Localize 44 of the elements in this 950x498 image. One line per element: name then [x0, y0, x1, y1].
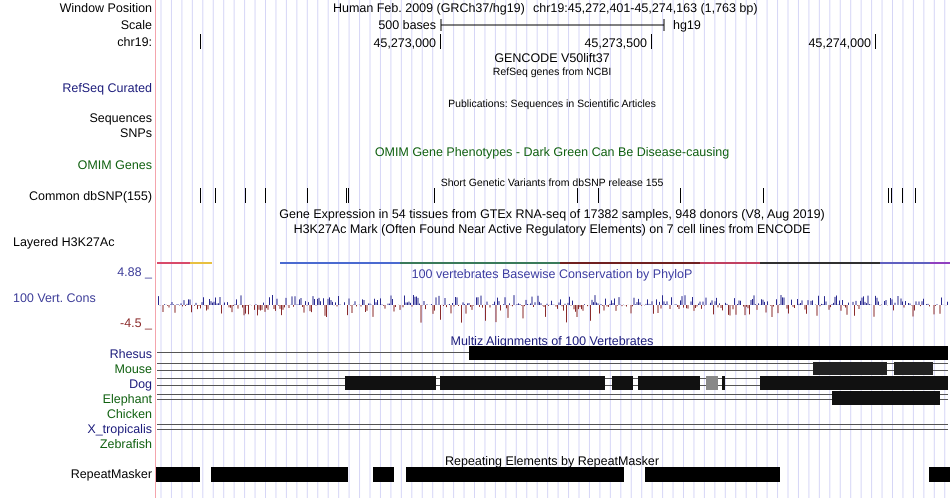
track-label[interactable]: RefSeq Curated	[62, 81, 152, 95]
track-label[interactable]: Rhesus	[110, 347, 152, 361]
track-label[interactable]: 100 Vert. Cons	[13, 291, 96, 305]
track-label[interactable]: Dog	[129, 377, 152, 391]
track-title: GENCODE V50lift37	[494, 51, 610, 65]
track-label[interactable]: Elephant	[102, 392, 152, 406]
track-label[interactable]: SNPs	[120, 126, 152, 140]
track-title: 100 vertebrates Basewise Conservation by PhyloP	[412, 267, 692, 281]
track-label[interactable]: Mouse	[114, 362, 152, 376]
repeat-block	[156, 467, 200, 482]
track-title: Publications: Sequences in Scientific Articles	[448, 98, 656, 110]
track-title: RefSeq genes from NCBI	[492, 66, 612, 78]
track-label[interactable]: OMIM Genes	[78, 158, 152, 172]
track-label[interactable]: Zebrafish	[100, 437, 152, 451]
track-title: H3K27Ac Mark (Often Found Near Active Regulatory Elements) on 7 cell lines from ENCODE	[294, 222, 810, 236]
scale-label: 500 bases	[378, 18, 436, 32]
track-label[interactable]: chr19:	[117, 35, 152, 49]
ruler-tick	[651, 34, 652, 50]
ruler-tick	[200, 34, 201, 50]
track-label[interactable]: X_tropicalis	[87, 422, 152, 436]
position-title: chr19:45,272,401-45,274,163 (1,763 bp)	[533, 1, 758, 15]
track-label[interactable]: Scale	[120, 18, 152, 32]
ruler-label: 45,274,000	[808, 36, 871, 50]
assembly-label: hg19	[673, 18, 701, 32]
track-label[interactable]: -4.5 _	[120, 316, 152, 330]
track-label[interactable]: Chicken	[106, 407, 152, 421]
track-title: Multiz Alignments of 100 Vertebrates	[450, 334, 654, 348]
ruler-tick	[440, 34, 441, 50]
track-label[interactable]: 4.88 _	[117, 265, 152, 279]
track-label[interactable]: Window Position	[60, 1, 152, 15]
track-label[interactable]: RepeatMasker	[70, 467, 152, 481]
track-title: OMIM Gene Phenotypes - Dark Green Can Be Disease-causing	[374, 145, 730, 159]
track-title: Repeating Elements by RepeatMasker	[445, 454, 659, 468]
track-label[interactable]: Sequences	[89, 111, 152, 125]
track-title: Short Genetic Variants from dbSNP release 155	[440, 177, 664, 189]
track-title: Gene Expression in 54 tissues from GTEx RNA-seq of 17382 samples, 948 donors (V8, Aug 2019)	[279, 207, 825, 221]
repeat-block	[373, 467, 394, 482]
track-label[interactable]: Common dbSNP(155)	[29, 189, 152, 203]
ruler-label: 45,273,500	[584, 36, 647, 50]
ruler-tick	[875, 34, 876, 50]
track-label[interactable]: Layered H3K27Ac	[13, 235, 114, 249]
assembly-title: Human Feb. 2009 (GRCh37/hg19)	[333, 1, 525, 15]
repeat-block	[929, 467, 950, 482]
ruler-label: 45,273,000	[373, 36, 436, 50]
